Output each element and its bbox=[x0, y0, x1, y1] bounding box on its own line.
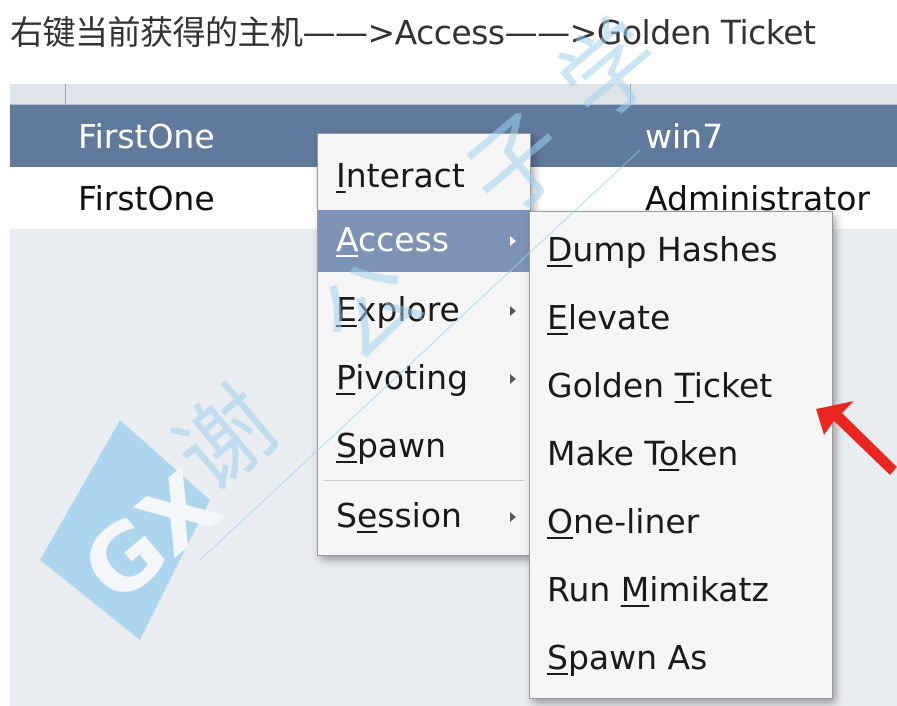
computer-name-cell: FirstOne bbox=[78, 117, 215, 156]
menu-item-label: Dump Hashes bbox=[547, 230, 778, 269]
submenu-arrow-icon bbox=[510, 236, 516, 246]
menu-item-elevate[interactable]: Elevate bbox=[530, 288, 832, 350]
menu-item-label: Make Token bbox=[547, 434, 739, 473]
menu-item-spawn-as[interactable]: Spawn As bbox=[530, 628, 832, 690]
menu-item-pivoting[interactable]: Pivoting bbox=[318, 348, 530, 410]
menu-item-dump-hashes[interactable]: Dump Hashes bbox=[530, 220, 832, 282]
menu-item-label: Interact bbox=[336, 156, 465, 195]
column-divider[interactable] bbox=[630, 84, 631, 104]
menu-item-label: Explore bbox=[336, 290, 460, 329]
menu-item-label: One-liner bbox=[547, 502, 700, 541]
menu-item-access[interactable]: Access bbox=[318, 210, 530, 272]
submenu-arrow-icon bbox=[510, 306, 516, 316]
red-arrow-icon bbox=[816, 401, 897, 475]
table-header bbox=[10, 84, 897, 105]
access-submenu: Dump Hashes Elevate Golden Ticket Make T… bbox=[529, 211, 833, 699]
computer-name-cell: FirstOne bbox=[78, 179, 215, 218]
menu-item-label: Access bbox=[336, 220, 449, 259]
submenu-arrow-icon bbox=[510, 374, 516, 384]
menu-separator bbox=[324, 480, 524, 481]
menu-item-explore[interactable]: Explore bbox=[318, 280, 530, 342]
menu-item-label: Spawn As bbox=[547, 638, 708, 677]
menu-item-make-token[interactable]: Make Token bbox=[530, 424, 832, 486]
menu-item-label: Pivoting bbox=[336, 358, 469, 397]
menu-item-label: Spawn bbox=[336, 426, 447, 465]
user-cell: win7 bbox=[645, 117, 724, 156]
column-divider[interactable] bbox=[65, 84, 66, 104]
submenu-arrow-icon bbox=[510, 512, 516, 522]
menu-item-golden-ticket[interactable]: Golden Ticket bbox=[530, 356, 832, 418]
context-menu: Interact Access Explore Pivoting Spawn S… bbox=[317, 133, 531, 556]
menu-item-one-liner[interactable]: One-liner bbox=[530, 492, 832, 554]
menu-item-label: Run Mimikatz bbox=[547, 570, 769, 609]
menu-item-label: Elevate bbox=[547, 298, 671, 337]
caption-text: 右键当前获得的主机——>Access——>Golden Ticket bbox=[10, 13, 816, 52]
menu-item-label: Golden Ticket bbox=[547, 366, 773, 405]
menu-item-label: Session bbox=[336, 496, 462, 535]
menu-item-interact[interactable]: Interact bbox=[318, 146, 530, 208]
menu-item-run-mimikatz[interactable]: Run Mimikatz bbox=[530, 560, 832, 622]
menu-item-spawn[interactable]: Spawn bbox=[318, 416, 530, 478]
menu-item-session[interactable]: Session bbox=[318, 486, 530, 548]
